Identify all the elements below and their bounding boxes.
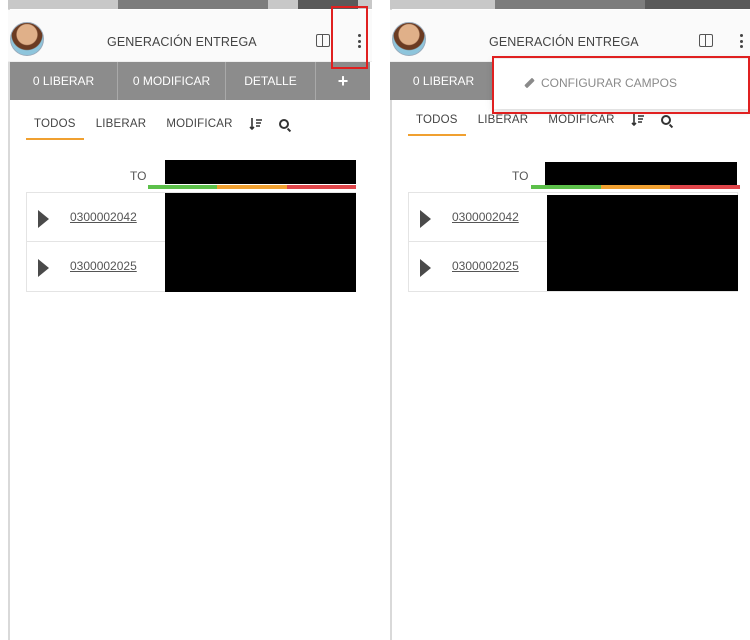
add-button[interactable]: + <box>316 62 370 100</box>
tab-liberar[interactable]: LIBERAR <box>88 108 155 140</box>
row-link[interactable]: 0300002042 <box>452 210 519 224</box>
caret-right-icon[interactable] <box>38 259 49 277</box>
redacted-block <box>165 160 356 184</box>
tab-bar: TODOS LIBERAR MODIFICAR <box>26 108 297 140</box>
search-icon[interactable] <box>278 119 289 129</box>
pencil-icon <box>524 77 535 89</box>
avatar[interactable] <box>10 22 44 56</box>
row-link[interactable]: 0300002025 <box>70 259 137 273</box>
redacted-block <box>165 193 356 292</box>
row-link[interactable]: 0300002025 <box>452 259 519 273</box>
detalle-button[interactable]: DETALLE <box>226 62 316 100</box>
page-title: GENERACIÓN ENTREGA <box>489 35 639 49</box>
tab-modificar[interactable]: MODIFICAR <box>158 108 240 140</box>
right-panel: GENERACIÓN ENTREGA 0 LIBERAR TODOS LIBER… <box>390 0 750 640</box>
page-title: GENERACIÓN ENTREGA <box>107 35 257 49</box>
caret-right-icon[interactable] <box>420 210 431 228</box>
modificar-button[interactable]: 0 MODIFICAR <box>118 62 226 100</box>
configurar-campos-item[interactable]: CONFIGURAR CAMPOS <box>524 76 677 90</box>
gutter <box>372 0 390 640</box>
tab-todos[interactable]: TODOS <box>26 108 84 140</box>
caret-right-icon[interactable] <box>420 259 431 277</box>
to-label: TO <box>130 169 147 183</box>
kebab-menu-icon[interactable] <box>355 31 363 51</box>
to-label: TO <box>512 169 529 183</box>
redacted-block <box>545 162 737 186</box>
header: GENERACIÓN ENTREGA <box>8 10 372 62</box>
liberar-button[interactable]: 0 LIBERAR <box>10 62 118 100</box>
avatar[interactable] <box>392 22 426 56</box>
header: GENERACIÓN ENTREGA <box>390 10 750 62</box>
configurar-campos-label: CONFIGURAR CAMPOS <box>541 76 678 90</box>
search-icon[interactable] <box>660 115 671 125</box>
status-progress-bar <box>531 185 741 189</box>
overflow-menu: CONFIGURAR CAMPOS <box>494 59 750 109</box>
loading-bar <box>8 0 372 9</box>
status-progress-bar <box>148 185 356 189</box>
liberar-button[interactable]: 0 LIBERAR <box>390 62 498 100</box>
row-link[interactable]: 0300002042 <box>70 210 137 224</box>
action-toolbar: 0 LIBERAR 0 MODIFICAR DETALLE + <box>10 62 370 100</box>
loading-bar <box>390 0 750 9</box>
split-view-icon[interactable] <box>699 34 713 47</box>
redacted-block <box>547 195 738 291</box>
left-panel: GENERACIÓN ENTREGA 0 LIBERAR 0 MODIFICAR… <box>0 0 372 640</box>
kebab-menu-icon[interactable] <box>737 31 745 51</box>
split-view-icon[interactable] <box>316 34 330 47</box>
sort-icon[interactable] <box>241 108 271 140</box>
caret-right-icon[interactable] <box>38 210 49 228</box>
tab-todos[interactable]: TODOS <box>408 104 466 136</box>
